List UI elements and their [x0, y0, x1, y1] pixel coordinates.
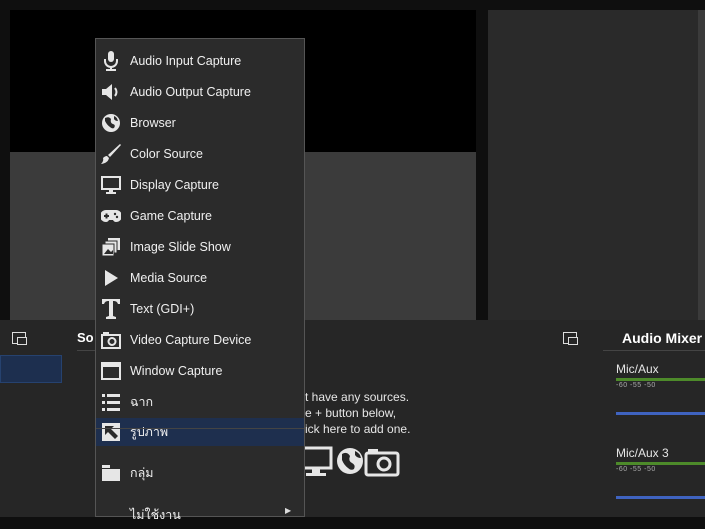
text-icon: [100, 298, 122, 320]
sources-empty-text: ick here to add one.: [305, 422, 411, 436]
scene-list-item[interactable]: [0, 355, 62, 383]
volume-meter: [616, 378, 705, 381]
menu-item-label: ฉาก: [130, 395, 154, 409]
menu-item-scene[interactable]: ฉาก: [96, 388, 304, 416]
menu-item-label: Audio Output Capture: [130, 85, 251, 99]
volume-slider[interactable]: [616, 412, 705, 415]
menu-item-label: Image Slide Show: [130, 240, 231, 254]
divider: [603, 350, 705, 351]
menu-item-text-gdi[interactable]: Text (GDI+): [96, 295, 304, 323]
menu-item-media-source[interactable]: Media Source: [96, 264, 304, 292]
image-icon: [100, 421, 122, 443]
menu-item-label: Window Capture: [130, 364, 223, 378]
menu-item-color-source[interactable]: Color Source: [96, 140, 304, 168]
menu-item-label: Browser: [130, 116, 176, 130]
menu-item-label: Game Capture: [130, 209, 212, 223]
menu-item-group[interactable]: กลุ่ม: [96, 459, 304, 487]
sources-empty-icons: [299, 445, 400, 482]
slideshow-icon: [100, 236, 122, 258]
mixer-track-name: Mic/Aux: [616, 362, 659, 376]
preview-edge: [698, 10, 705, 320]
meter-scale: -60 -55 -50: [616, 466, 656, 473]
menu-item-audio-output-capture[interactable]: Audio Output Capture: [96, 78, 304, 106]
speaker-icon: [100, 81, 122, 103]
mixer-track-name: Mic/Aux 3: [616, 446, 669, 460]
monitor-icon: [100, 174, 122, 196]
preview-background: [10, 152, 105, 320]
play-icon: [100, 267, 122, 289]
globe-icon: [337, 448, 363, 474]
menu-item-deprecated[interactable]: ไม่ใช้งาน: [96, 501, 304, 529]
globe-icon: [100, 112, 122, 134]
microphone-icon: [100, 50, 122, 72]
menu-item-video-capture-device[interactable]: Video Capture Device: [96, 326, 304, 354]
menu-item-image-slide-show[interactable]: Image Slide Show: [96, 233, 304, 261]
menu-item-game-capture[interactable]: Game Capture: [96, 202, 304, 230]
gamepad-icon: [100, 205, 122, 227]
menu-item-label: กลุ่ม: [130, 466, 154, 480]
menu-separator: [96, 428, 304, 429]
add-source-context-menu: Audio Input Capture Audio Output Capture…: [95, 38, 305, 522]
menu-item-window-capture[interactable]: Window Capture: [96, 357, 304, 385]
menu-item-audio-input-capture[interactable]: Audio Input Capture: [96, 47, 304, 75]
menu-item-label: Display Capture: [130, 178, 219, 192]
list-icon: [100, 391, 122, 413]
brush-icon: [100, 143, 122, 165]
menu-item-label: Text (GDI+): [130, 302, 195, 316]
menu-item-label: ไม่ใช้งาน: [130, 508, 181, 522]
menu-item-label: Audio Input Capture: [130, 54, 242, 68]
volume-slider[interactable]: [616, 496, 705, 499]
camera-icon: [100, 329, 122, 351]
folder-icon: [100, 462, 122, 484]
preview-background: [300, 152, 476, 320]
monitor-icon: [299, 446, 333, 476]
menu-item-image[interactable]: รูปภาพ: [96, 418, 304, 446]
sources-undock-icon[interactable]: [563, 332, 578, 345]
sources-empty-text: t have any sources.: [305, 390, 410, 404]
scenes-undock-icon[interactable]: [12, 332, 27, 345]
sources-empty-text: e + button below,: [305, 406, 397, 420]
volume-meter: [616, 462, 705, 465]
menu-item-label: Color Source: [130, 147, 203, 161]
meter-scale: -60 -55 -50: [616, 382, 656, 389]
menu-item-label: รูปภาพ: [130, 425, 169, 439]
menu-item-display-capture[interactable]: Display Capture: [96, 171, 304, 199]
audio-mixer-title: Audio Mixer: [622, 330, 703, 346]
submenu-arrow-icon: ▶: [285, 506, 292, 515]
menu-item-browser[interactable]: Browser: [96, 109, 304, 137]
menu-item-label: Video Capture Device: [130, 333, 252, 347]
sources-panel-title: So: [77, 330, 94, 345]
camera-icon: [364, 449, 400, 477]
window-icon: [100, 360, 122, 382]
right-preview-panel: [488, 10, 698, 320]
menu-item-label: Media Source: [130, 271, 208, 285]
